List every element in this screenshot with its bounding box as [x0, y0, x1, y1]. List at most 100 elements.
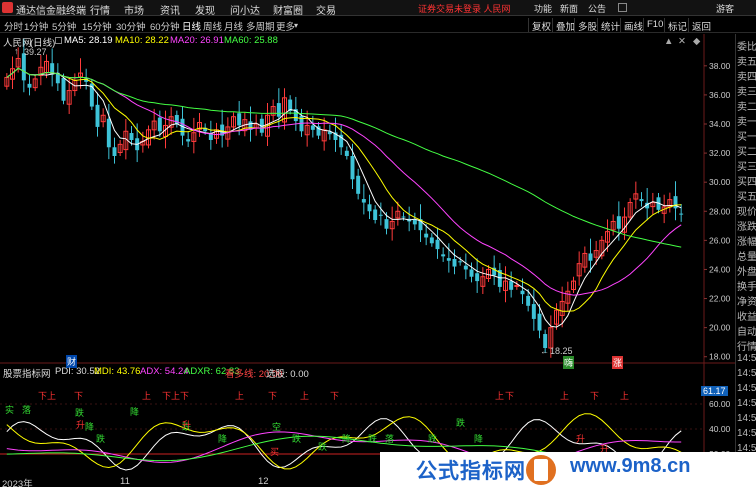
- period-daily[interactable]: 日线: [182, 19, 201, 33]
- signal-down-word: 跌: [456, 418, 466, 428]
- price-tick-label: 26.00: [709, 235, 731, 245]
- menu-bar: 通达信金融终端 行情 市场 资讯 发现 问小达 财富圈 交易 证券交易未登录 人…: [0, 0, 756, 17]
- signal-top-word: 上: [300, 391, 310, 401]
- menu-item-trade[interactable]: 交易: [316, 2, 336, 17]
- menu-item-market[interactable]: 市场: [124, 2, 144, 17]
- candle-body-down: [27, 83, 32, 88]
- candle-body-down: [537, 313, 542, 331]
- rise-mark[interactable]: 涨: [612, 356, 624, 369]
- signal-down-word: 降: [218, 434, 228, 444]
- signal-top-word: 上: [560, 391, 570, 401]
- period-1min[interactable]: 1分钟: [24, 19, 48, 33]
- menu-item-wenxiaoda[interactable]: 问小达: [230, 2, 260, 17]
- candle-body-down: [129, 133, 134, 140]
- indicator-value-box: 61.17: [701, 386, 728, 396]
- period-more[interactable]: 更多: [276, 19, 295, 33]
- signal-top-word: 下: [74, 391, 84, 401]
- candle-body-down: [276, 103, 281, 117]
- right-panel-item: 卖一: [737, 117, 756, 128]
- period-15min[interactable]: 15分钟: [82, 19, 112, 33]
- price-tick-label: 28.00: [709, 206, 731, 216]
- signal-down-word: 跌: [428, 434, 438, 444]
- candle-body-down: [520, 290, 525, 295]
- ad-banner[interactable]: 证券交易未登录 人民网: [418, 2, 511, 15]
- period-5min[interactable]: 5分钟: [52, 19, 76, 33]
- signal-top-word: 下上: [38, 391, 57, 401]
- candle-body-down: [384, 219, 389, 229]
- date-label-12: 12: [258, 476, 269, 487]
- signal-down-word: 跌: [96, 434, 106, 444]
- signal-top-word: 下: [505, 391, 515, 401]
- signal-down-word: 降: [130, 407, 140, 417]
- candle-body-down: [616, 216, 621, 229]
- gear-icon[interactable]: ◆: [693, 36, 700, 47]
- price-tick-label: 36.00: [709, 90, 731, 100]
- tool-mark[interactable]: 标记: [664, 18, 690, 33]
- tool-back[interactable]: 返回: [688, 18, 714, 33]
- tool-f10[interactable]: F10: [643, 18, 666, 32]
- candle-body-down: [429, 237, 434, 244]
- right-panel-item: 14:50: [737, 428, 756, 439]
- right-panel-item: 14:50: [737, 413, 756, 424]
- menu-item-discover[interactable]: 发现: [195, 2, 215, 17]
- chevron-down-icon[interactable]: ▾: [294, 21, 298, 30]
- menu-item-quotes[interactable]: 行情: [90, 2, 110, 17]
- menu-item-wealth[interactable]: 财富圈: [273, 2, 303, 17]
- signal-up-word: 升: [76, 420, 86, 430]
- app-title: 通达信金融终端: [16, 6, 86, 17]
- high-price-label: 39.27: [24, 47, 47, 57]
- high-marker-arrow: ↑: [14, 46, 19, 56]
- low-price-label: 18.25: [550, 346, 573, 356]
- hai-mark[interactable]: 嗨: [563, 356, 575, 369]
- ma60-line: [6, 67, 682, 248]
- period-60min[interactable]: 60分钟: [150, 19, 180, 33]
- toggle-icon[interactable]: [55, 37, 62, 44]
- window-icon[interactable]: [618, 3, 627, 12]
- menu-func[interactable]: 功能: [534, 2, 552, 15]
- indicator-title[interactable]: 股票指标网: [3, 366, 51, 380]
- signal-down-word: 降: [342, 434, 352, 444]
- signal-down-word: 落: [385, 434, 395, 444]
- ma10-line: [6, 67, 682, 312]
- right-panel-item: 自动: [737, 327, 756, 338]
- right-panel-item: 总量: [737, 252, 756, 263]
- kline-chart[interactable]: 38.00 36.00 34.00 32.00 30.00 28.00 26.00 24.00…: [0, 34, 735, 487]
- menu-notice[interactable]: 公告: [588, 2, 606, 15]
- ma5-line: [6, 67, 682, 328]
- period-weekly[interactable]: 周线: [203, 19, 222, 33]
- candle-body-down: [401, 216, 406, 218]
- candle-body-down: [112, 147, 117, 156]
- watermark-text: 公式指标网: [416, 460, 526, 483]
- price-tick-label: 32.00: [709, 148, 731, 158]
- right-panel-item: 卖二: [737, 102, 756, 113]
- signal-top-word: 下: [590, 391, 600, 401]
- candle-body-up: [514, 284, 520, 287]
- right-panel-item: 买四: [737, 177, 756, 188]
- right-panel-item: 14:50: [737, 398, 756, 409]
- ma5-label: MA5: 28.19: [64, 35, 113, 46]
- right-panel-item: 收益: [737, 312, 756, 323]
- right-panel-item: 涨幅: [737, 237, 756, 248]
- date-label-11: 11: [120, 476, 130, 487]
- menu-item-news[interactable]: 资讯: [160, 2, 180, 17]
- period-fenshi[interactable]: 分时: [4, 19, 23, 33]
- candle-body-down: [361, 199, 366, 203]
- guest-label[interactable]: 游客: [716, 2, 734, 15]
- price-tick-label: 22.00: [709, 294, 731, 304]
- period-30min[interactable]: 30分钟: [116, 19, 146, 33]
- candle-body-down: [679, 213, 684, 215]
- tool-fuquan[interactable]: 复权: [528, 18, 554, 33]
- signal-down-word: 降: [85, 422, 95, 432]
- candle-body-down: [639, 199, 644, 202]
- period-multi[interactable]: 多周期: [246, 19, 275, 33]
- candle-body-down: [452, 258, 457, 267]
- settings-icon[interactable]: ✕: [678, 36, 686, 47]
- candle-body-down: [458, 261, 463, 263]
- candle-body-down: [61, 78, 66, 101]
- price-tick-label: 24.00: [709, 264, 731, 274]
- menu-new[interactable]: 新面: [560, 2, 578, 15]
- up-arrow-icon[interactable]: ▲: [664, 36, 673, 47]
- signal-top-word: 上: [235, 391, 245, 401]
- period-monthly[interactable]: 月线: [224, 19, 243, 33]
- app-logo-icon: [2, 2, 13, 13]
